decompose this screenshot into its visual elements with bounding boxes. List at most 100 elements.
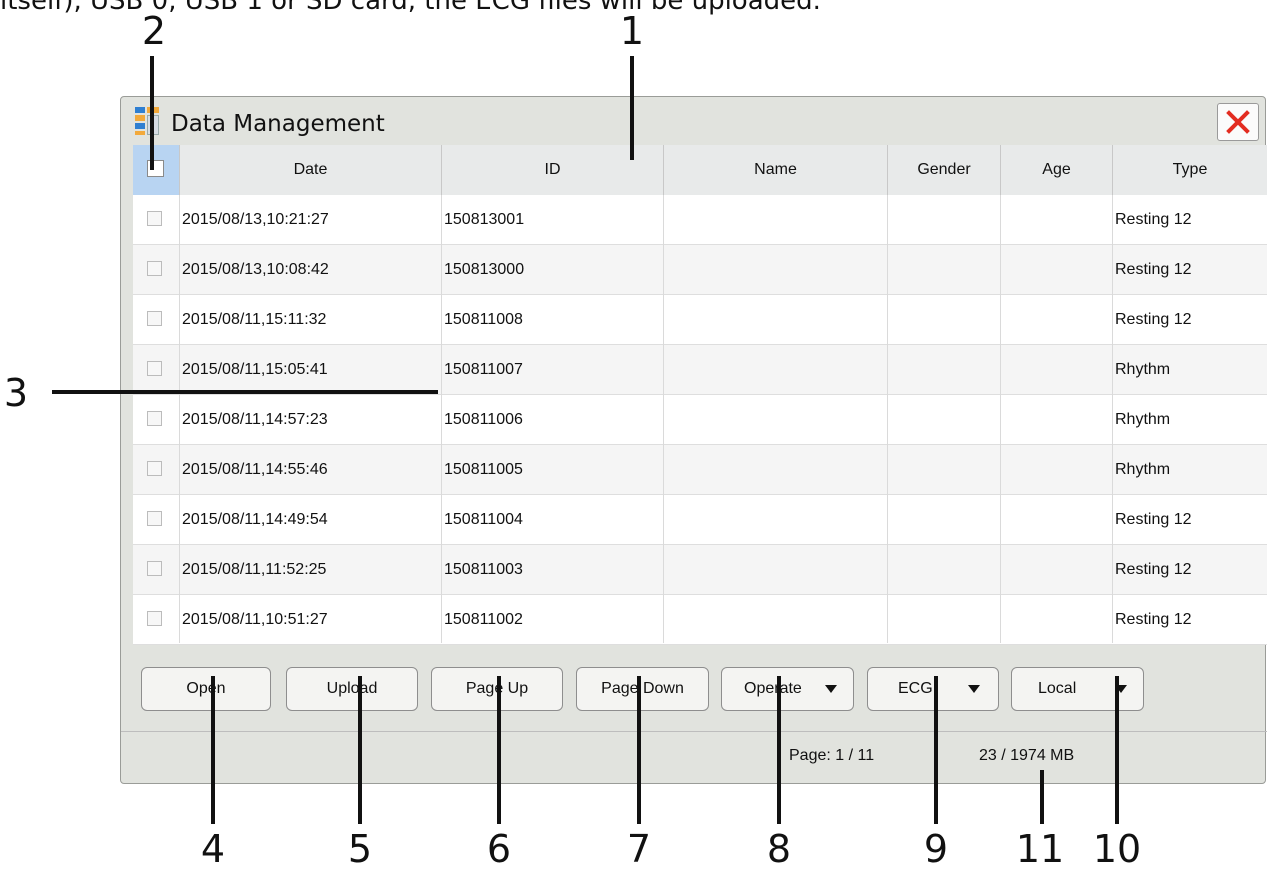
cell-gender [887,295,1000,345]
column-header-gender[interactable]: Gender [887,145,1000,195]
table-row[interactable]: 2015/08/13,10:08:42 150813000 Resting 12 [133,245,1267,295]
row-checkbox[interactable] [147,311,162,326]
table-row[interactable]: 2015/08/11,11:52:25 150811003 Resting 12 [133,545,1267,595]
operate-dropdown-label: Operate [744,680,802,697]
cell-name [663,545,887,595]
cell-id: 150811007 [444,361,523,378]
cell-age [1000,245,1112,295]
select-all-cell [133,145,179,195]
cell-gender [887,345,1000,395]
local-dropdown-label: Local [1038,680,1077,697]
close-x-icon [1226,110,1250,134]
cell-date: 2015/08/11,11:52:25 [182,561,327,578]
cell-id: 150811002 [444,611,523,628]
cell-date: 2015/08/11,15:05:41 [182,361,328,378]
row-checkbox[interactable] [147,561,162,576]
row-checkbox[interactable] [147,411,162,426]
column-header-date[interactable]: Date [179,145,441,195]
cell-date: 2015/08/11,14:57:23 [182,411,328,428]
page-down-button-label: Page Down [601,680,684,697]
table-row[interactable]: 2015/08/11,14:57:23 150811006 Rhythm [133,395,1267,445]
close-button[interactable] [1217,103,1259,141]
cell-age [1000,445,1112,495]
column-header-age[interactable]: Age [1000,145,1112,195]
cell-name [663,245,887,295]
status-divider [121,731,1267,732]
table-row[interactable]: 2015/08/11,14:49:54 150811004 Resting 12 [133,495,1267,545]
ecg-dropdown[interactable]: ECG [867,667,999,711]
cell-id: 150811004 [444,511,523,528]
callout-line-9 [934,676,938,824]
table-row[interactable]: 2015/08/11,15:11:32 150811008 Resting 12 [133,295,1267,345]
cell-id: 150811006 [444,411,523,428]
row-checkbox[interactable] [147,261,162,276]
operate-dropdown[interactable]: Operate [721,667,854,711]
cell-gender [887,395,1000,445]
cell-age [1000,345,1112,395]
cell-id: 150811003 [444,561,523,578]
row-checkbox[interactable] [147,511,162,526]
column-header-type[interactable]: Type [1112,145,1267,195]
storage-usage: 23 / 1974 MB [979,747,1075,764]
callout-line-5 [358,676,362,824]
callout-line-6 [497,676,501,824]
page-down-button[interactable]: Page Down [576,667,709,711]
cell-age [1000,595,1112,645]
records-table: Date ID Name Gender Age Type 2015/08/13,… [133,145,1267,645]
cell-type: Rhythm [1115,461,1171,478]
row-checkbox[interactable] [147,611,162,626]
upload-button[interactable]: Upload [286,667,418,711]
table-row[interactable]: 2015/08/11,15:05:41 150811007 Rhythm [133,345,1267,395]
cell-type: Resting 12 [1115,311,1192,328]
cell-date: 2015/08/13,10:21:27 [182,211,329,228]
cell-type: Rhythm [1115,361,1171,378]
cell-name [663,595,887,645]
cell-gender [887,495,1000,545]
cell-age [1000,545,1112,595]
cell-gender [887,545,1000,595]
column-divider [1000,195,1001,643]
callout-line-1 [630,56,634,160]
cell-name [663,345,887,395]
cell-name [663,445,887,495]
local-dropdown[interactable]: Local [1011,667,1144,711]
column-divider [1112,195,1113,643]
row-checkbox[interactable] [147,211,162,226]
cell-gender [887,245,1000,295]
table-row[interactable]: 2015/08/11,14:55:46 150811005 Rhythm [133,445,1267,495]
ecg-dropdown-label: ECG [898,680,933,697]
cell-name [663,295,887,345]
cell-type: Resting 12 [1115,511,1192,528]
app-icon [135,107,159,135]
cell-name [663,395,887,445]
cell-gender [887,595,1000,645]
column-divider [179,195,180,643]
upload-button-label: Upload [326,680,378,697]
table-row[interactable]: 2015/08/13,10:21:27 150813001 Resting 12 [133,195,1267,245]
cell-age [1000,195,1112,245]
callout-6: 6 [486,827,512,871]
open-button[interactable]: Open [141,667,271,711]
column-divider [663,195,664,643]
cell-gender [887,195,1000,245]
cell-id: 150811005 [444,461,523,478]
window-title: Data Management [171,111,385,137]
column-divider [887,195,888,643]
open-button-label: Open [186,680,226,697]
row-checkbox[interactable] [147,361,162,376]
column-header-name[interactable]: Name [663,145,887,195]
callout-5: 5 [347,827,373,871]
cell-age [1000,295,1112,345]
table-row[interactable]: 2015/08/11,10:51:27 150811002 Resting 12 [133,595,1267,645]
cell-type: Resting 12 [1115,211,1192,228]
cell-type: Resting 12 [1115,611,1192,628]
cell-id: 150813001 [444,211,525,228]
cell-type: Resting 12 [1115,261,1192,278]
title-bar: Data Management [121,97,1265,147]
cell-age [1000,495,1112,545]
cell-date: 2015/08/11,15:11:32 [182,311,327,328]
callout-line-4 [211,676,215,824]
cell-id: 150813000 [444,261,525,278]
callout-1: 1 [619,9,645,53]
row-checkbox[interactable] [147,461,162,476]
